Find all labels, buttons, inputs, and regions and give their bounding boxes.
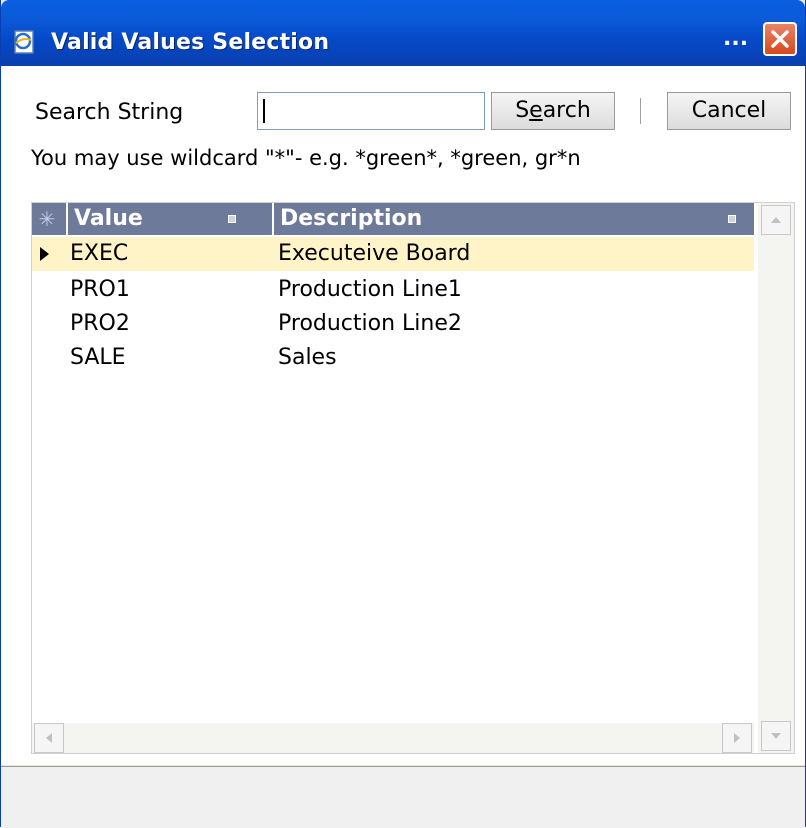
cancel-button[interactable]: Cancel: [667, 92, 791, 130]
search-label: Search String: [35, 100, 184, 125]
title-overflow: ...: [723, 26, 749, 51]
column-menu-icon[interactable]: [728, 215, 736, 223]
browser-page-icon: [11, 28, 39, 56]
scroll-up-icon: [762, 206, 790, 234]
scroll-right-button[interactable]: [722, 723, 752, 753]
values-grid: ✳ Value Description EXEC Executeive Boar…: [31, 202, 795, 754]
column-header-value-label: Value: [74, 206, 143, 231]
search-input[interactable]: [257, 92, 485, 130]
table-row[interactable]: SALE Sales: [32, 341, 754, 375]
title-bar[interactable]: Valid Values Selection ...: [1, 0, 805, 66]
horizontal-scrollbar[interactable]: [32, 723, 754, 753]
cell-description: Executeive Board: [278, 241, 471, 266]
column-menu-icon[interactable]: [228, 215, 236, 223]
column-header-description[interactable]: Description: [272, 203, 754, 235]
scroll-down-icon: [762, 722, 790, 750]
grid-header: ✳ Value Description: [32, 203, 754, 235]
table-row[interactable]: EXEC Executeive Board: [32, 237, 754, 271]
triangle-right-icon: [40, 247, 49, 261]
cell-value: SALE: [70, 345, 126, 370]
status-bar: [1, 766, 805, 828]
button-separator: [640, 98, 641, 124]
column-header-description-label: Description: [280, 206, 423, 231]
scroll-up-button[interactable]: [761, 205, 791, 235]
cell-description: Sales: [278, 345, 337, 370]
cell-description: Production Line1: [278, 277, 462, 302]
close-button[interactable]: [763, 22, 797, 56]
search-button[interactable]: Search: [491, 92, 615, 130]
asterisk-icon: ✳: [38, 207, 56, 231]
column-header-value[interactable]: Value: [66, 203, 272, 235]
scroll-right-icon: [723, 724, 751, 752]
scroll-left-button[interactable]: [34, 723, 64, 753]
table-row[interactable]: PRO1 Production Line1: [32, 273, 754, 307]
wildcard-hint: You may use wildcard "*"- e.g. *green*, …: [31, 146, 581, 170]
window-title: Valid Values Selection: [51, 30, 330, 55]
cell-description: Production Line2: [278, 311, 462, 336]
dialog-body: Search String Search Cancel You may use …: [1, 66, 805, 765]
cell-value: EXEC: [70, 241, 129, 266]
search-access-key: e: [529, 98, 543, 123]
cell-value: PRO2: [70, 311, 130, 336]
vertical-scrollbar[interactable]: [758, 203, 794, 753]
text-caret: [263, 99, 265, 123]
scroll-left-icon: [35, 724, 63, 752]
cell-value: PRO1: [70, 277, 130, 302]
scroll-down-button[interactable]: [761, 721, 791, 751]
dialog-window: Valid Values Selection ... Search String…: [0, 0, 806, 828]
table-row[interactable]: PRO2 Production Line2: [32, 307, 754, 341]
search-button-label: Search: [515, 98, 591, 123]
